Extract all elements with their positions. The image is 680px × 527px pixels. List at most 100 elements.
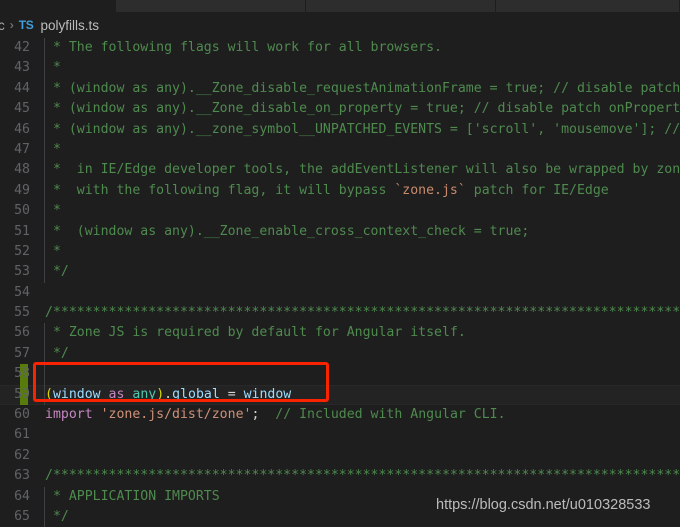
code-text: * APPLICATION IMPORTS xyxy=(45,487,220,507)
line-number: 60 xyxy=(14,407,30,423)
code-line[interactable]: 58 xyxy=(0,364,680,385)
code-token: * APPLICATION IMPORTS xyxy=(45,488,220,504)
line-number: 59 xyxy=(14,386,30,402)
code-line[interactable]: 60 import 'zone.js/dist/zone'; // Include… xyxy=(0,405,680,425)
line-number: 56 xyxy=(14,325,30,341)
line-number: 52 xyxy=(14,243,30,259)
code-line[interactable]: 59 (window as any).global = window xyxy=(0,384,680,406)
code-token: * xyxy=(45,141,61,157)
code-line[interactable]: 51 * (window as any).__Zone_enable_cross… xyxy=(0,221,680,242)
code-text: * with the following flag, it will bypas… xyxy=(45,181,609,201)
editor-tab-2[interactable] xyxy=(306,0,496,12)
code-text: * xyxy=(45,201,61,221)
code-text: * (window as any).__Zone_disable_request… xyxy=(45,79,680,99)
line-number: 42 xyxy=(14,40,30,55)
breadcrumb-file[interactable]: polyfills.ts xyxy=(40,18,99,33)
code-text: * Zone JS is required by default for Ang… xyxy=(45,323,466,343)
code-token: * (window as any).__Zone_disable_request… xyxy=(45,80,680,96)
code-line[interactable]: 45 * (window as any).__Zone_disable_on_p… xyxy=(0,99,680,120)
breadcrumb-folder[interactable]: c xyxy=(0,18,5,33)
code-line[interactable]: 62 xyxy=(0,446,680,466)
code-token: import xyxy=(45,407,93,423)
line-number: 55 xyxy=(14,305,30,321)
code-line[interactable]: 52 * xyxy=(0,241,680,263)
line-number: 58 xyxy=(14,366,30,382)
editor-tab-0[interactable] xyxy=(0,0,116,12)
code-text: (window as any).global = window xyxy=(45,385,291,405)
line-number: 49 xyxy=(14,182,30,198)
line-number: 57 xyxy=(14,345,30,361)
code-line[interactable]: 49 * with the following flag, it will by… xyxy=(0,180,680,202)
code-token: /***************************************… xyxy=(45,468,680,484)
code-token: * (window as any).__zone_symbol__UNPATCH… xyxy=(45,121,680,137)
code-text: * xyxy=(45,140,61,160)
code-token: window xyxy=(52,386,101,402)
code-token: * The following flags will work for all … xyxy=(45,40,442,55)
code-token: ( xyxy=(45,386,53,402)
breadcrumb[interactable]: c › TS polyfills.ts xyxy=(0,12,680,38)
code-line[interactable]: 61 xyxy=(0,425,680,445)
code-token: as xyxy=(108,386,125,402)
editor-tab-1[interactable] xyxy=(116,0,306,12)
code-line[interactable]: 57 */ xyxy=(0,343,680,365)
line-number: 51 xyxy=(14,223,30,239)
code-line[interactable]: 56 * Zone JS is required by default for … xyxy=(0,323,680,344)
line-number: 54 xyxy=(14,284,30,300)
line-number: 53 xyxy=(14,264,30,280)
code-line[interactable]: 55 /*************************************… xyxy=(0,303,680,323)
code-line[interactable]: 48 * in IE/Edge developer tools, the add… xyxy=(0,160,680,181)
line-number: 50 xyxy=(14,203,30,219)
editor-tab-3[interactable] xyxy=(496,0,680,12)
code-token: ) xyxy=(156,386,165,402)
code-line[interactable]: 44 * (window as any).__Zone_disable_requ… xyxy=(0,78,680,100)
code-text: * (window as any).__Zone_disable_on_prop… xyxy=(45,99,680,119)
code-token: `zone.js` xyxy=(394,182,466,198)
indent-guide xyxy=(44,364,45,385)
code-token: 'zone.js/dist/zone' xyxy=(100,407,252,423)
code-token: * in IE/Edge developer tools, the addEve… xyxy=(45,162,680,178)
code-text: * (window as any).__zone_symbol__UNPATCH… xyxy=(45,120,680,140)
code-token: ; xyxy=(251,407,276,423)
code-token: // Included with Angular CLI. xyxy=(275,407,506,423)
line-number: 44 xyxy=(14,80,30,96)
code-token: global xyxy=(172,386,220,402)
code-line[interactable]: 47 * xyxy=(0,139,680,161)
line-number: 61 xyxy=(14,427,30,443)
code-line[interactable]: 46 * (window as any).__zone_symbol__UNPA… xyxy=(0,119,680,140)
line-number: 43 xyxy=(14,60,30,76)
code-text: */ xyxy=(45,344,69,364)
code-text: * xyxy=(45,242,61,262)
code-line[interactable]: 42 * The following flags will work for a… xyxy=(0,38,680,59)
line-number: 46 xyxy=(14,121,30,137)
watermark-url: https://blog.csdn.net/u010328533 xyxy=(436,497,651,513)
code-line[interactable]: 63 /*************************************… xyxy=(0,466,680,486)
code-token: */ xyxy=(45,508,69,524)
chevron-right-icon: › xyxy=(9,18,14,32)
code-token: * Zone JS is required by default for Ang… xyxy=(45,325,466,341)
code-text: import 'zone.js/dist/zone'; // Included … xyxy=(45,405,506,425)
code-token: = xyxy=(219,386,244,402)
code-line[interactable]: 50 * xyxy=(0,201,680,222)
code-text: * in IE/Edge developer tools, the addEve… xyxy=(45,160,680,180)
code-text: * The following flags will work for all … xyxy=(45,38,442,58)
line-number: 45 xyxy=(14,101,30,117)
code-token: * (window as any).__Zone_enable_cross_co… xyxy=(45,223,530,239)
typescript-file-icon: TS xyxy=(18,18,34,32)
code-token: patch for IE/Edge xyxy=(465,182,609,198)
code-token: * with the following flag, it will bypas… xyxy=(45,182,395,198)
code-token: window xyxy=(243,386,292,402)
vscode-editor-window: c › TS polyfills.ts 42 * The following f… xyxy=(0,0,680,527)
code-token: * xyxy=(45,60,61,76)
editor-tab-strip xyxy=(0,0,680,12)
code-token: * (window as any).__Zone_disable_on_prop… xyxy=(45,101,680,117)
code-token: . xyxy=(164,386,173,402)
code-token: any xyxy=(132,386,157,402)
code-editor[interactable]: 42 * The following flags will work for a… xyxy=(0,38,680,527)
code-line[interactable]: 54 xyxy=(0,283,680,303)
code-line[interactable]: 43 * xyxy=(0,58,680,79)
code-line[interactable]: 53 */ xyxy=(0,262,680,283)
code-token: */ xyxy=(45,264,69,280)
code-token: * xyxy=(45,243,61,259)
